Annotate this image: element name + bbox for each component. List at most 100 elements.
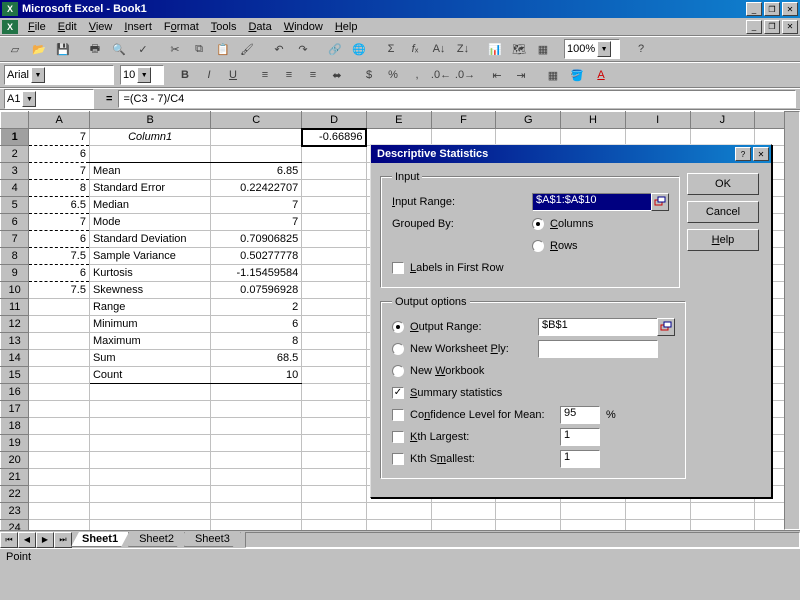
cell-F1[interactable] <box>431 129 496 146</box>
cell-A6[interactable]: 7 <box>29 214 90 231</box>
font-size-combo[interactable]: 10▼ <box>120 65 164 85</box>
cell-D7[interactable] <box>302 231 367 248</box>
new-workbook-radio[interactable] <box>392 365 404 377</box>
row-header-7[interactable]: 7 <box>1 231 29 248</box>
row-header-4[interactable]: 4 <box>1 180 29 197</box>
cell-G1[interactable] <box>496 129 561 146</box>
cell-C11[interactable]: 2 <box>211 299 302 316</box>
row-header-6[interactable]: 6 <box>1 214 29 231</box>
doc-restore-button[interactable]: ❐ <box>764 20 780 34</box>
copy-icon[interactable]: ⧉ <box>188 38 210 60</box>
cell-D9[interactable] <box>302 265 367 282</box>
print-icon[interactable]: 🖶 <box>84 38 106 60</box>
cut-icon[interactable]: ✂ <box>164 38 186 60</box>
row-header-22[interactable]: 22 <box>1 486 29 503</box>
increase-indent-icon[interactable]: ⇥ <box>510 64 532 86</box>
row-header-16[interactable]: 16 <box>1 384 29 401</box>
row-header-14[interactable]: 14 <box>1 350 29 367</box>
row-header-15[interactable]: 15 <box>1 367 29 384</box>
cell-C20[interactable] <box>211 452 302 469</box>
kth-smallest-checkbox[interactable] <box>392 453 404 465</box>
cell-C19[interactable] <box>211 435 302 452</box>
print-preview-icon[interactable]: 🔍 <box>108 38 130 60</box>
column-header-A[interactable]: A <box>29 112 90 129</box>
cell-D21[interactable] <box>302 469 367 486</box>
cell-A4[interactable]: 8 <box>29 180 90 197</box>
row-header-3[interactable]: 3 <box>1 163 29 180</box>
row-header-21[interactable]: 21 <box>1 469 29 486</box>
input-range-field[interactable]: $A$1:$A$10 <box>532 193 652 211</box>
column-header-I[interactable]: I <box>625 112 690 129</box>
sort-asc-icon[interactable]: A↓ <box>428 38 450 60</box>
cell-D12[interactable] <box>302 316 367 333</box>
currency-icon[interactable]: $ <box>358 64 380 86</box>
horizontal-scrollbar[interactable] <box>245 532 800 548</box>
column-header-E[interactable]: E <box>366 112 431 129</box>
open-icon[interactable]: 📂 <box>28 38 50 60</box>
cell-C18[interactable] <box>211 418 302 435</box>
column-header-H[interactable]: H <box>561 112 626 129</box>
output-range-field[interactable]: $B$1 <box>538 318 658 336</box>
cell-D2[interactable] <box>302 146 367 163</box>
spellcheck-icon[interactable]: ✓ <box>132 38 154 60</box>
cell-A7[interactable]: 6 <box>29 231 90 248</box>
menu-view[interactable]: View <box>83 20 119 34</box>
decrease-indent-icon[interactable]: ⇤ <box>486 64 508 86</box>
cell-A8[interactable]: 7.5 <box>29 248 90 265</box>
tab-nav-next[interactable]: ▶ <box>36 532 54 548</box>
chevron-down-icon[interactable]: ▼ <box>22 91 36 107</box>
row-header-10[interactable]: 10 <box>1 282 29 299</box>
column-header-J[interactable]: J <box>690 112 755 129</box>
fill-color-icon[interactable]: 🪣 <box>566 64 588 86</box>
menu-format[interactable]: Format <box>158 20 205 34</box>
formula-input[interactable]: =(C3 - 7)/C4 <box>118 90 796 108</box>
cell-A17[interactable] <box>29 401 90 418</box>
tab-nav-last[interactable]: ⏭ <box>54 532 72 548</box>
cell-D15[interactable] <box>302 367 367 384</box>
font-color-icon[interactable]: A <box>590 64 612 86</box>
cell-D5[interactable] <box>302 197 367 214</box>
cell-C10[interactable]: 0.07596928 <box>211 282 302 299</box>
tab-nav-prev[interactable]: ◀ <box>18 532 36 548</box>
menu-edit[interactable]: Edit <box>52 20 83 34</box>
cell-A12[interactable] <box>29 316 90 333</box>
cell-B10[interactable]: Skewness <box>89 282 210 299</box>
cell-A22[interactable] <box>29 486 90 503</box>
autosum-icon[interactable]: Σ <box>380 38 402 60</box>
merge-center-icon[interactable]: ⬌ <box>326 64 348 86</box>
help-button[interactable]: Help <box>687 229 759 251</box>
doc-minimize-button[interactable]: _ <box>746 20 762 34</box>
cell-D22[interactable] <box>302 486 367 503</box>
cell-B5[interactable]: Median <box>89 197 210 214</box>
zoom-combo[interactable]: 100%▼ <box>564 39 620 59</box>
align-center-icon[interactable]: ≡ <box>278 64 300 86</box>
row-header-17[interactable]: 17 <box>1 401 29 418</box>
cell-D16[interactable] <box>302 384 367 401</box>
tab-nav-first[interactable]: ⏮ <box>0 532 18 548</box>
cell-J1[interactable] <box>690 129 755 146</box>
cell-A9[interactable]: 6 <box>29 265 90 282</box>
cell-B19[interactable] <box>89 435 210 452</box>
cell-C9[interactable]: -1.15459584 <box>211 265 302 282</box>
cell-D8[interactable] <box>302 248 367 265</box>
cell-A19[interactable] <box>29 435 90 452</box>
column-header-F[interactable]: F <box>431 112 496 129</box>
row-header-18[interactable]: 18 <box>1 418 29 435</box>
kth-largest-checkbox[interactable] <box>392 431 404 443</box>
column-header-D[interactable]: D <box>302 112 367 129</box>
cell-D17[interactable] <box>302 401 367 418</box>
cell-A3[interactable]: 7 <box>29 163 90 180</box>
cell-D13[interactable] <box>302 333 367 350</box>
cell-B4[interactable]: Standard Error <box>89 180 210 197</box>
cell-B18[interactable] <box>89 418 210 435</box>
cell-G23[interactable] <box>496 503 561 520</box>
cell-D6[interactable] <box>302 214 367 231</box>
cell-D23[interactable] <box>302 503 367 520</box>
close-button[interactable]: ✕ <box>782 2 798 16</box>
cell-C5[interactable]: 7 <box>211 197 302 214</box>
row-header-11[interactable]: 11 <box>1 299 29 316</box>
underline-icon[interactable]: U <box>222 64 244 86</box>
cell-C23[interactable] <box>211 503 302 520</box>
cell-D1[interactable]: -0.66896 <box>302 129 367 146</box>
cell-A13[interactable] <box>29 333 90 350</box>
